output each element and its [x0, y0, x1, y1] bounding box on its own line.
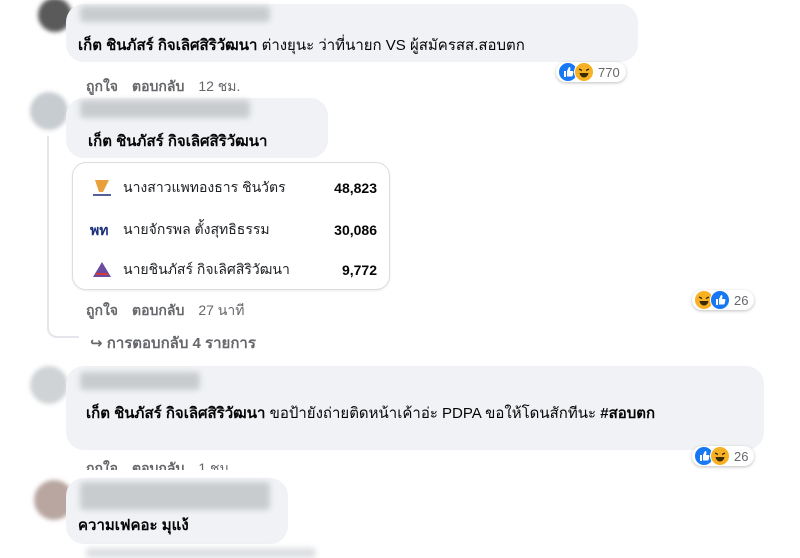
view-replies-link[interactable]: ↪ การตอบกลับ 4 รายการ	[90, 331, 256, 355]
reaction-count: 26	[734, 292, 749, 308]
blurred-name	[80, 482, 270, 510]
svg-text:พท: พท	[90, 223, 108, 239]
reply-arrow-icon: ↪	[90, 335, 103, 352]
comment-text: เก็ต ชินภัสร์ กิจเลิศสิริวัฒนา ต่างยุนะ …	[78, 36, 638, 56]
candidate-row: นางสาวแพทองธาร ชินวัตร 48,823	[89, 175, 377, 201]
haha-icon	[574, 62, 594, 82]
reaction-summary[interactable]: 26	[692, 290, 755, 310]
comment-text: เก็ต ชินภัสร์ กิจเลิศสิริวัฒนา	[88, 132, 267, 152]
comment-body: ขอป้ายังถ่ายติดหน้าเค้าอ่ะ PDPA ขอให้โดน…	[265, 405, 601, 422]
mention-link[interactable]: เก็ต ชินภัสร์ กิจเลิศสิริวัฒนา	[78, 37, 257, 54]
blurred-name	[80, 100, 250, 118]
candidate-row: พท นายจักรพล ตั้งสุทธิธรรม 30,086	[89, 217, 377, 243]
comment-body: ต่างยุนะ ว่าที่นายก VS ผู้สมัครสส.สอบตก	[257, 37, 525, 54]
candidate-row: นายชินภัสร์ กิจเลิศสิริวัฒนา 9,772	[89, 257, 377, 283]
like-button[interactable]: ถูกใจ	[86, 78, 118, 94]
blurred-actions	[86, 548, 316, 558]
avatar[interactable]	[30, 366, 68, 404]
hashtag-link[interactable]: #สอบตก	[600, 405, 655, 422]
vote-count: 48,823	[334, 180, 377, 196]
party-logo-icon	[89, 259, 115, 281]
like-button[interactable]: ถูกใจ	[86, 302, 118, 318]
view-replies-label: การตอบกลับ 4 รายการ	[106, 335, 256, 352]
comment-actions: ถูกใจ ตอบกลับ 1 ชม.	[86, 458, 233, 470]
comment-actions: ถูกใจ ตอบกลับ 27 นาที	[86, 300, 244, 322]
comment-actions: ถูกใจ ตอบกลับ 12 ชม.	[86, 76, 240, 98]
candidate-name: นายชินภัสร์ กิจเลิศสิริวัฒนา	[123, 261, 290, 277]
like-icon	[710, 290, 730, 310]
reply-button[interactable]: ตอบกลับ	[132, 460, 184, 470]
party-logo-icon: พท	[89, 219, 115, 241]
blurred-name	[80, 6, 270, 22]
reply-button[interactable]: ตอบกลับ	[132, 302, 184, 318]
timestamp[interactable]: 27 นาที	[198, 302, 244, 318]
reaction-summary[interactable]: 770	[556, 62, 626, 82]
mention-link[interactable]: เก็ต ชินภัสร์ กิจเลิศสิริวัฒนา	[86, 405, 265, 422]
vote-count: 9,772	[341, 262, 377, 278]
comment-text: ความเฟคอะ มุแง้	[78, 516, 189, 536]
vote-count: 30,086	[334, 222, 377, 238]
like-button[interactable]: ถูกใจ	[86, 460, 118, 470]
timestamp[interactable]: 12 ชม.	[198, 78, 240, 94]
party-logo-icon	[89, 177, 115, 199]
reply-button[interactable]: ตอบกลับ	[132, 78, 184, 94]
reaction-count: 26	[734, 448, 749, 464]
attachment-card[interactable]: นางสาวแพทองธาร ชินวัตร 48,823 พท นายจักร…	[72, 162, 390, 290]
candidate-name: นายจักรพล ตั้งสุทธิธรรม	[123, 221, 270, 237]
mention-link[interactable]: เก็ต ชินภัสร์ กิจเลิศสิริวัฒนา	[88, 133, 267, 150]
avatar[interactable]	[30, 92, 68, 130]
timestamp[interactable]: 1 ชม.	[198, 460, 232, 470]
comment-body: ความเฟคอะ มุแง้	[78, 517, 189, 534]
blurred-name	[80, 372, 200, 390]
haha-icon	[710, 446, 730, 466]
candidate-name: นางสาวแพทองธาร ชินวัตร	[123, 179, 286, 195]
reaction-count: 770	[598, 64, 620, 80]
reaction-summary[interactable]: 26	[692, 446, 755, 466]
comment-text: เก็ต ชินภัสร์ กิจเลิศสิริวัฒนา ขอป้ายังถ…	[86, 404, 756, 424]
